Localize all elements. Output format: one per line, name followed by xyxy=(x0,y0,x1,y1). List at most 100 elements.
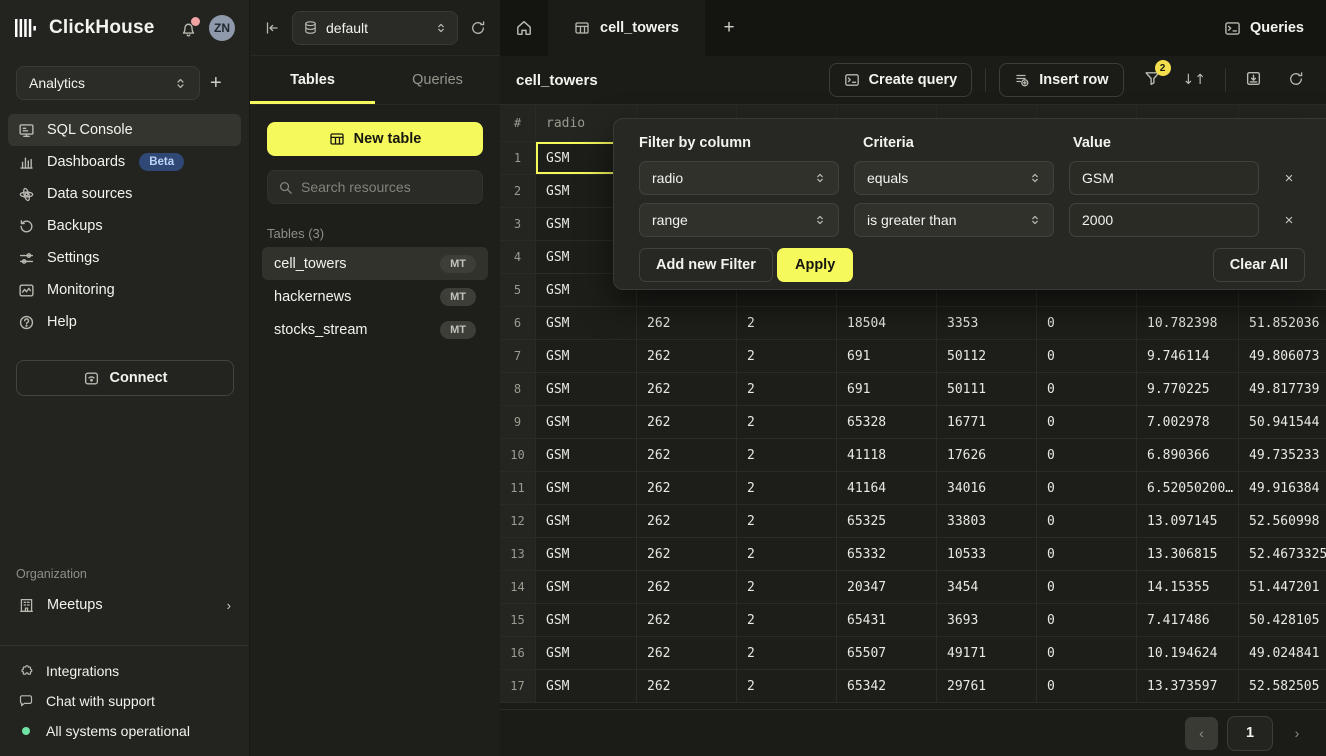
table-cell[interactable]: 14.15355 xyxy=(1137,571,1239,604)
table-cell[interactable]: GSM xyxy=(536,439,637,472)
table-cell[interactable]: 51.852036 xyxy=(1239,307,1326,340)
table-cell[interactable]: 13.097145 xyxy=(1137,505,1239,538)
next-page-button[interactable]: › xyxy=(1282,717,1312,750)
table-cell[interactable]: 0 xyxy=(1037,472,1137,505)
row-number[interactable]: 5 xyxy=(500,274,536,307)
table-cell[interactable]: 2 xyxy=(737,373,837,406)
table-cell[interactable]: 7.417486 xyxy=(1137,604,1239,637)
table-cell[interactable]: 691 xyxy=(837,373,937,406)
table-cell[interactable]: 262 xyxy=(637,571,737,604)
table-cell[interactable]: 3454 xyxy=(937,571,1037,604)
row-number[interactable]: 3 xyxy=(500,208,536,241)
table-cell[interactable]: 262 xyxy=(637,340,737,373)
table-cell[interactable]: 49171 xyxy=(937,637,1037,670)
table-cell[interactable]: 65325 xyxy=(837,505,937,538)
filter-criteria-select[interactable]: equals xyxy=(854,161,1054,195)
table-cell[interactable]: 49.806073 xyxy=(1239,340,1326,373)
table-cell[interactable]: 49.024841 xyxy=(1239,637,1326,670)
row-number[interactable]: 14 xyxy=(500,571,536,604)
row-number[interactable]: 12 xyxy=(500,505,536,538)
table-cell[interactable]: 65431 xyxy=(837,604,937,637)
table-cell[interactable]: 262 xyxy=(637,670,737,703)
table-cell[interactable]: 33803 xyxy=(937,505,1037,538)
chat-support-link[interactable]: Chat with support xyxy=(0,686,249,716)
table-cell[interactable]: 262 xyxy=(637,538,737,571)
table-cell[interactable]: 262 xyxy=(637,373,737,406)
table-cell[interactable]: 6.890366 xyxy=(1137,439,1239,472)
current-page-indicator[interactable]: 1 xyxy=(1227,716,1273,751)
connect-button[interactable]: Connect xyxy=(16,360,234,396)
table-cell[interactable]: 3353 xyxy=(937,307,1037,340)
filter-value-input[interactable] xyxy=(1069,161,1259,195)
table-cell[interactable]: 7.002978 xyxy=(1137,406,1239,439)
table-cell[interactable]: GSM xyxy=(536,406,637,439)
table-cell[interactable]: 29761 xyxy=(937,670,1037,703)
table-cell[interactable]: 10533 xyxy=(937,538,1037,571)
table-cell[interactable]: 2 xyxy=(737,439,837,472)
add-new-filter-button[interactable]: Add new Filter xyxy=(639,248,773,282)
table-cell[interactable]: 65328 xyxy=(837,406,937,439)
row-number[interactable]: 9 xyxy=(500,406,536,439)
table-cell[interactable]: 10.782398 xyxy=(1137,307,1239,340)
table-cell[interactable]: 0 xyxy=(1037,604,1137,637)
workspace-select[interactable]: Analytics xyxy=(16,66,200,100)
row-number[interactable]: 11 xyxy=(500,472,536,505)
table-cell[interactable]: 262 xyxy=(637,637,737,670)
table-cell[interactable]: 52.560998 xyxy=(1239,505,1326,538)
system-status-link[interactable]: All systems operational xyxy=(0,716,249,746)
home-icon[interactable] xyxy=(500,19,548,37)
table-cell[interactable]: 10.194624 xyxy=(1137,637,1239,670)
table-cell[interactable]: 0 xyxy=(1037,670,1137,703)
sidebar-item-help[interactable]: Help xyxy=(8,306,241,338)
row-number[interactable]: 1 xyxy=(500,142,536,175)
create-query-button[interactable]: Create query xyxy=(829,63,973,97)
search-input[interactable] xyxy=(301,179,482,195)
table-cell[interactable]: 0 xyxy=(1037,571,1137,604)
integrations-link[interactable]: Integrations xyxy=(0,656,249,686)
table-cell[interactable]: 65332 xyxy=(837,538,937,571)
table-cell[interactable]: GSM xyxy=(536,571,637,604)
sort-button[interactable]: ↓↑ xyxy=(1177,66,1212,94)
table-cell[interactable]: 0 xyxy=(1037,406,1137,439)
table-cell[interactable]: 49.817739 xyxy=(1239,373,1326,406)
table-cell[interactable]: 65507 xyxy=(837,637,937,670)
table-cell[interactable]: 691 xyxy=(837,340,937,373)
table-cell[interactable]: GSM xyxy=(536,505,637,538)
sidebar-item-settings[interactable]: Settings xyxy=(8,242,241,274)
table-cell[interactable]: 2 xyxy=(737,505,837,538)
table-cell[interactable]: 49.735233 xyxy=(1239,439,1326,472)
table-cell[interactable]: GSM xyxy=(536,637,637,670)
table-cell[interactable]: 17626 xyxy=(937,439,1037,472)
table-cell[interactable]: 13.373597 xyxy=(1137,670,1239,703)
sidebar-item-sql-console[interactable]: SQL Console xyxy=(8,114,241,146)
queries-top-button[interactable]: Queries xyxy=(1224,20,1304,37)
filter-value-input[interactable] xyxy=(1069,203,1259,237)
tab-queries[interactable]: Queries xyxy=(375,56,500,104)
main-tab-cell-towers[interactable]: cell_towers xyxy=(548,0,705,56)
sidebar-item-monitoring[interactable]: Monitoring xyxy=(8,274,241,306)
row-number[interactable]: 17 xyxy=(500,670,536,703)
table-cell[interactable]: GSM xyxy=(536,373,637,406)
table-cell[interactable]: 52.582505 xyxy=(1239,670,1326,703)
refresh-button[interactable] xyxy=(1282,65,1310,96)
table-cell[interactable]: 50111 xyxy=(937,373,1037,406)
remove-filter-button[interactable]: × xyxy=(1277,166,1301,190)
table-cell[interactable]: 34016 xyxy=(937,472,1037,505)
table-list-item-stocks-stream[interactable]: stocks_stream MT xyxy=(262,313,488,346)
filter-column-select[interactable]: range xyxy=(639,203,839,237)
download-button[interactable] xyxy=(1239,64,1268,96)
table-cell[interactable]: 2 xyxy=(737,307,837,340)
table-cell[interactable]: 262 xyxy=(637,439,737,472)
apply-filter-button[interactable]: Apply xyxy=(777,248,853,282)
add-workspace-button[interactable]: + xyxy=(210,73,222,93)
row-number[interactable]: 10 xyxy=(500,439,536,472)
table-cell[interactable]: GSM xyxy=(536,604,637,637)
column-header[interactable]: # xyxy=(500,105,536,142)
table-cell[interactable]: 2 xyxy=(737,340,837,373)
table-cell[interactable]: 2 xyxy=(737,472,837,505)
table-cell[interactable]: 2 xyxy=(737,406,837,439)
table-cell[interactable]: 262 xyxy=(637,307,737,340)
table-cell[interactable]: 9.770225 xyxy=(1137,373,1239,406)
table-cell[interactable]: 262 xyxy=(637,472,737,505)
table-cell[interactable]: 2 xyxy=(737,571,837,604)
